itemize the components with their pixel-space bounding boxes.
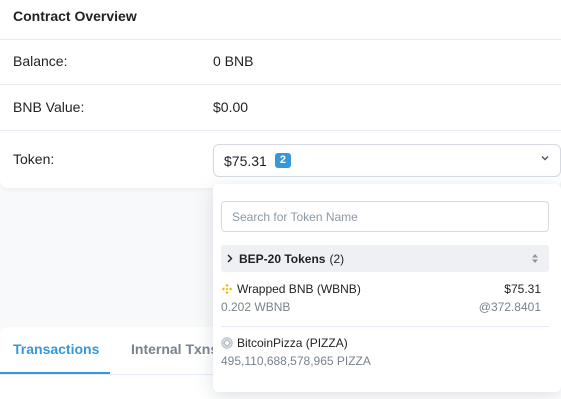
balance-label: Balance: bbox=[13, 53, 68, 69]
bep20-group-header[interactable]: BEP-20 Tokens (2) bbox=[221, 245, 549, 272]
group-count: (2) bbox=[329, 251, 345, 266]
balance-value: 0 BNB bbox=[213, 53, 254, 69]
generic-token-icon bbox=[221, 337, 233, 349]
token-label: Token: bbox=[13, 151, 55, 167]
chevron-down-icon bbox=[541, 156, 549, 161]
token-search-input[interactable] bbox=[221, 201, 549, 232]
token-count-badge: 2 bbox=[274, 153, 291, 168]
sort-icon[interactable] bbox=[531, 253, 539, 264]
token-dropdown-menu: BEP-20 Tokens (2) Wrapped BNB (WBNB) $75… bbox=[213, 184, 561, 392]
token-amount: 0.202 WBNB bbox=[221, 300, 291, 314]
card-title: Contract Overview bbox=[0, 0, 561, 40]
token-rate: @372.8401 bbox=[478, 300, 541, 314]
row-divider bbox=[0, 84, 561, 85]
bnb-token-icon bbox=[221, 283, 233, 295]
tab-transactions[interactable]: Transactions bbox=[13, 341, 99, 357]
token-amount: 495,110,688,578,965 PIZZA bbox=[221, 354, 371, 368]
bnb-value-label: BNB Value: bbox=[13, 99, 85, 115]
row-divider bbox=[0, 130, 561, 131]
token-name: BitcoinPizza (PIZZA) bbox=[237, 336, 348, 350]
token-total-value: $75.31 bbox=[224, 152, 267, 169]
token-price: $75.31 bbox=[504, 282, 541, 296]
group-title: BEP-20 Tokens bbox=[239, 251, 326, 266]
bnb-value-amount: $0.00 bbox=[213, 99, 249, 115]
token-name: Wrapped BNB (WBNB) bbox=[237, 282, 361, 296]
token-holdings-dropdown[interactable]: $75.31 2 bbox=[213, 144, 561, 177]
tab-internal-txns[interactable]: Internal Txns bbox=[131, 341, 218, 357]
chevron-right-icon bbox=[227, 254, 233, 263]
item-divider bbox=[221, 326, 549, 327]
